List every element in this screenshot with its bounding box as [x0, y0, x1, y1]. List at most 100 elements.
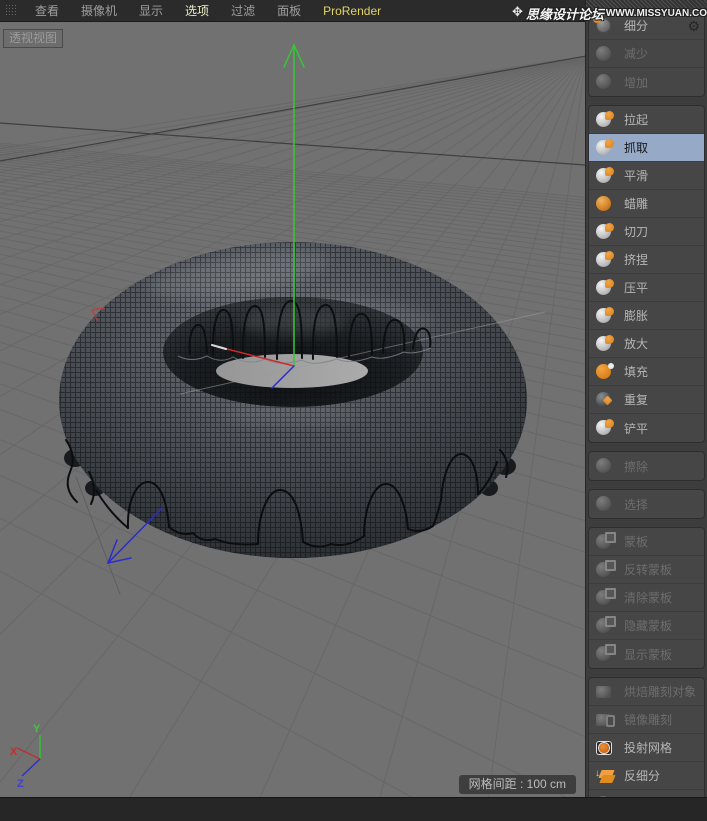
viewport-pane: 查看摄像机显示选项过滤面板ProRender — [0, 0, 585, 797]
tool-flatten[interactable]: 压平 — [589, 274, 704, 302]
viewport[interactable]: Y X Z 透视视图 网格间距 : 100 cm — [0, 22, 585, 797]
wax-icon — [594, 194, 616, 214]
palette-drag-handle[interactable] — [586, 0, 707, 10]
sculpt-tool-palette: 细分⚙ 减少增加拉起抓取平滑蜡雕切刀挤捏压平膨胀放大填充重复铲平擦除选择蒙板反转蒙… — [585, 0, 707, 797]
scrape-icon — [594, 418, 616, 438]
smooth-icon — [594, 166, 616, 186]
reduce-icon — [594, 44, 616, 64]
tool-label: 反转蒙板 — [624, 561, 672, 578]
menu-item-camera[interactable]: 摄像机 — [70, 4, 128, 18]
tool-label: 镜像雕刻 — [624, 711, 672, 728]
tool-group-5: 蒙板反转蒙板清除蒙板隐藏蒙板显示蒙板 — [588, 527, 705, 669]
tool-subdivide[interactable]: 细分⚙ — [589, 12, 704, 40]
menu-item-display[interactable]: 显示 — [128, 4, 174, 18]
tool-settings-gear-icon[interactable]: ⚙ — [687, 19, 700, 33]
tool-label: 拉起 — [624, 111, 648, 128]
repeat-icon — [594, 390, 616, 410]
tool-label: 清除蒙板 — [624, 589, 672, 606]
mirror-icon — [594, 710, 616, 730]
view-label: 透视视图 — [3, 29, 63, 48]
tool-label: 铲平 — [624, 420, 648, 437]
project-icon — [594, 738, 616, 758]
tool-scrape[interactable]: 铲平 — [589, 414, 704, 442]
tool-group-3: 擦除 — [588, 451, 705, 481]
axis-label-y: Y — [33, 723, 41, 735]
increase-icon — [594, 72, 616, 92]
menu-grip-icon[interactable] — [5, 4, 18, 17]
select-icon — [594, 494, 616, 514]
clear-mask-icon — [594, 588, 616, 608]
tool-reduce: 减少 — [589, 40, 704, 68]
tool-group-6: 烘焙雕刻对象镜像雕刻投射网格 ↓ 反细分 — [588, 677, 705, 797]
tool-knife[interactable]: 切刀 — [589, 218, 704, 246]
show-mask-icon — [594, 644, 616, 664]
menu-item-panel[interactable]: 面板 — [266, 4, 312, 18]
mask-icon — [594, 532, 616, 552]
tool-amplify[interactable]: 放大 — [589, 330, 704, 358]
tool-label: 填充 — [624, 363, 648, 380]
tool-label: 投射网格 — [624, 739, 672, 756]
tool-label: 擦除 — [624, 458, 648, 475]
tool-inflate[interactable]: 膨胀 — [589, 302, 704, 330]
tool-label: 蒙板 — [624, 533, 648, 550]
tool-label: 压平 — [624, 279, 648, 296]
tool-label: 挤捏 — [624, 251, 648, 268]
amplify-icon — [594, 334, 616, 354]
bake-icon — [594, 682, 616, 702]
subdivide-icon — [594, 16, 616, 36]
tool-mirror-sculpt: 镜像雕刻 — [589, 706, 704, 734]
tool-groups: 细分⚙ 减少增加拉起抓取平滑蜡雕切刀挤捏压平膨胀放大填充重复铲平擦除选择蒙板反转蒙… — [586, 11, 707, 797]
tool-project-mesh[interactable]: 投射网格 — [589, 734, 704, 762]
tool-invert-mask: 反转蒙板 — [589, 556, 704, 584]
status-bar — [0, 797, 707, 821]
flatten-icon — [594, 278, 616, 298]
invert-mask-icon — [594, 560, 616, 580]
grid-spacing-label: 网格间距 : 100 cm — [459, 775, 576, 794]
tool-unsubdivide[interactable]: ↓ 反细分 — [589, 762, 704, 790]
tool-hide-mask: 隐藏蒙板 — [589, 612, 704, 640]
tool-repeat[interactable]: 重复 — [589, 386, 704, 414]
tool-label: 抓取 — [624, 139, 648, 156]
unsub-icon: ↓ — [594, 766, 616, 786]
pinch-icon — [594, 250, 616, 270]
tool-select: 选择 — [589, 490, 704, 518]
tool-label: 隐藏蒙板 — [624, 617, 672, 634]
inflate-icon — [594, 306, 616, 326]
tool-pull[interactable]: 拉起 — [589, 106, 704, 134]
tool-show-mask: 显示蒙板 — [589, 640, 704, 668]
pull-icon — [594, 110, 616, 130]
viewport-menu-bar: 查看摄像机显示选项过滤面板ProRender — [0, 0, 585, 22]
fill-icon — [594, 362, 616, 382]
torus-hole-ground — [216, 354, 368, 388]
tool-wax[interactable]: 蜡雕 — [589, 190, 704, 218]
tool-label: 减少 — [624, 45, 648, 62]
tool-label: 烘焙雕刻对象 — [624, 683, 696, 700]
tool-fill[interactable]: 填充 — [589, 358, 704, 386]
axis-label-x: X — [10, 746, 18, 758]
tool-partial-cropped-tool — [589, 790, 704, 797]
menu-item-prorender[interactable]: ProRender — [312, 4, 392, 18]
tool-clear-mask: 清除蒙板 — [589, 584, 704, 612]
menu-item-view[interactable]: 查看 — [24, 4, 70, 18]
tool-pinch[interactable]: 挤捏 — [589, 246, 704, 274]
tool-grab[interactable]: 抓取 — [589, 134, 704, 162]
tool-smooth[interactable]: 平滑 — [589, 162, 704, 190]
tool-label: 增加 — [624, 74, 648, 91]
tool-label: 重复 — [624, 391, 648, 408]
viewport-canvas[interactable]: Y X Z — [0, 22, 585, 797]
menu-item-options[interactable]: 选项 — [174, 4, 220, 18]
tool-label: 放大 — [624, 335, 648, 352]
tool-label: 蜡雕 — [624, 195, 648, 212]
tool-erase: 擦除 — [589, 452, 704, 480]
grab-icon — [594, 138, 616, 158]
knife-icon — [594, 222, 616, 242]
tool-label: 切刀 — [624, 223, 648, 240]
tool-bake-sculpt-object: 烘焙雕刻对象 — [589, 678, 704, 706]
tool-label: 选择 — [624, 496, 648, 513]
tool-group-4: 选择 — [588, 489, 705, 519]
tool-mask: 蒙板 — [589, 528, 704, 556]
tool-label: 反细分 — [624, 767, 660, 784]
hide-mask-icon — [594, 616, 616, 636]
menu-item-filter[interactable]: 过滤 — [220, 4, 266, 18]
down-arrow-icon: ↓ — [595, 769, 600, 779]
